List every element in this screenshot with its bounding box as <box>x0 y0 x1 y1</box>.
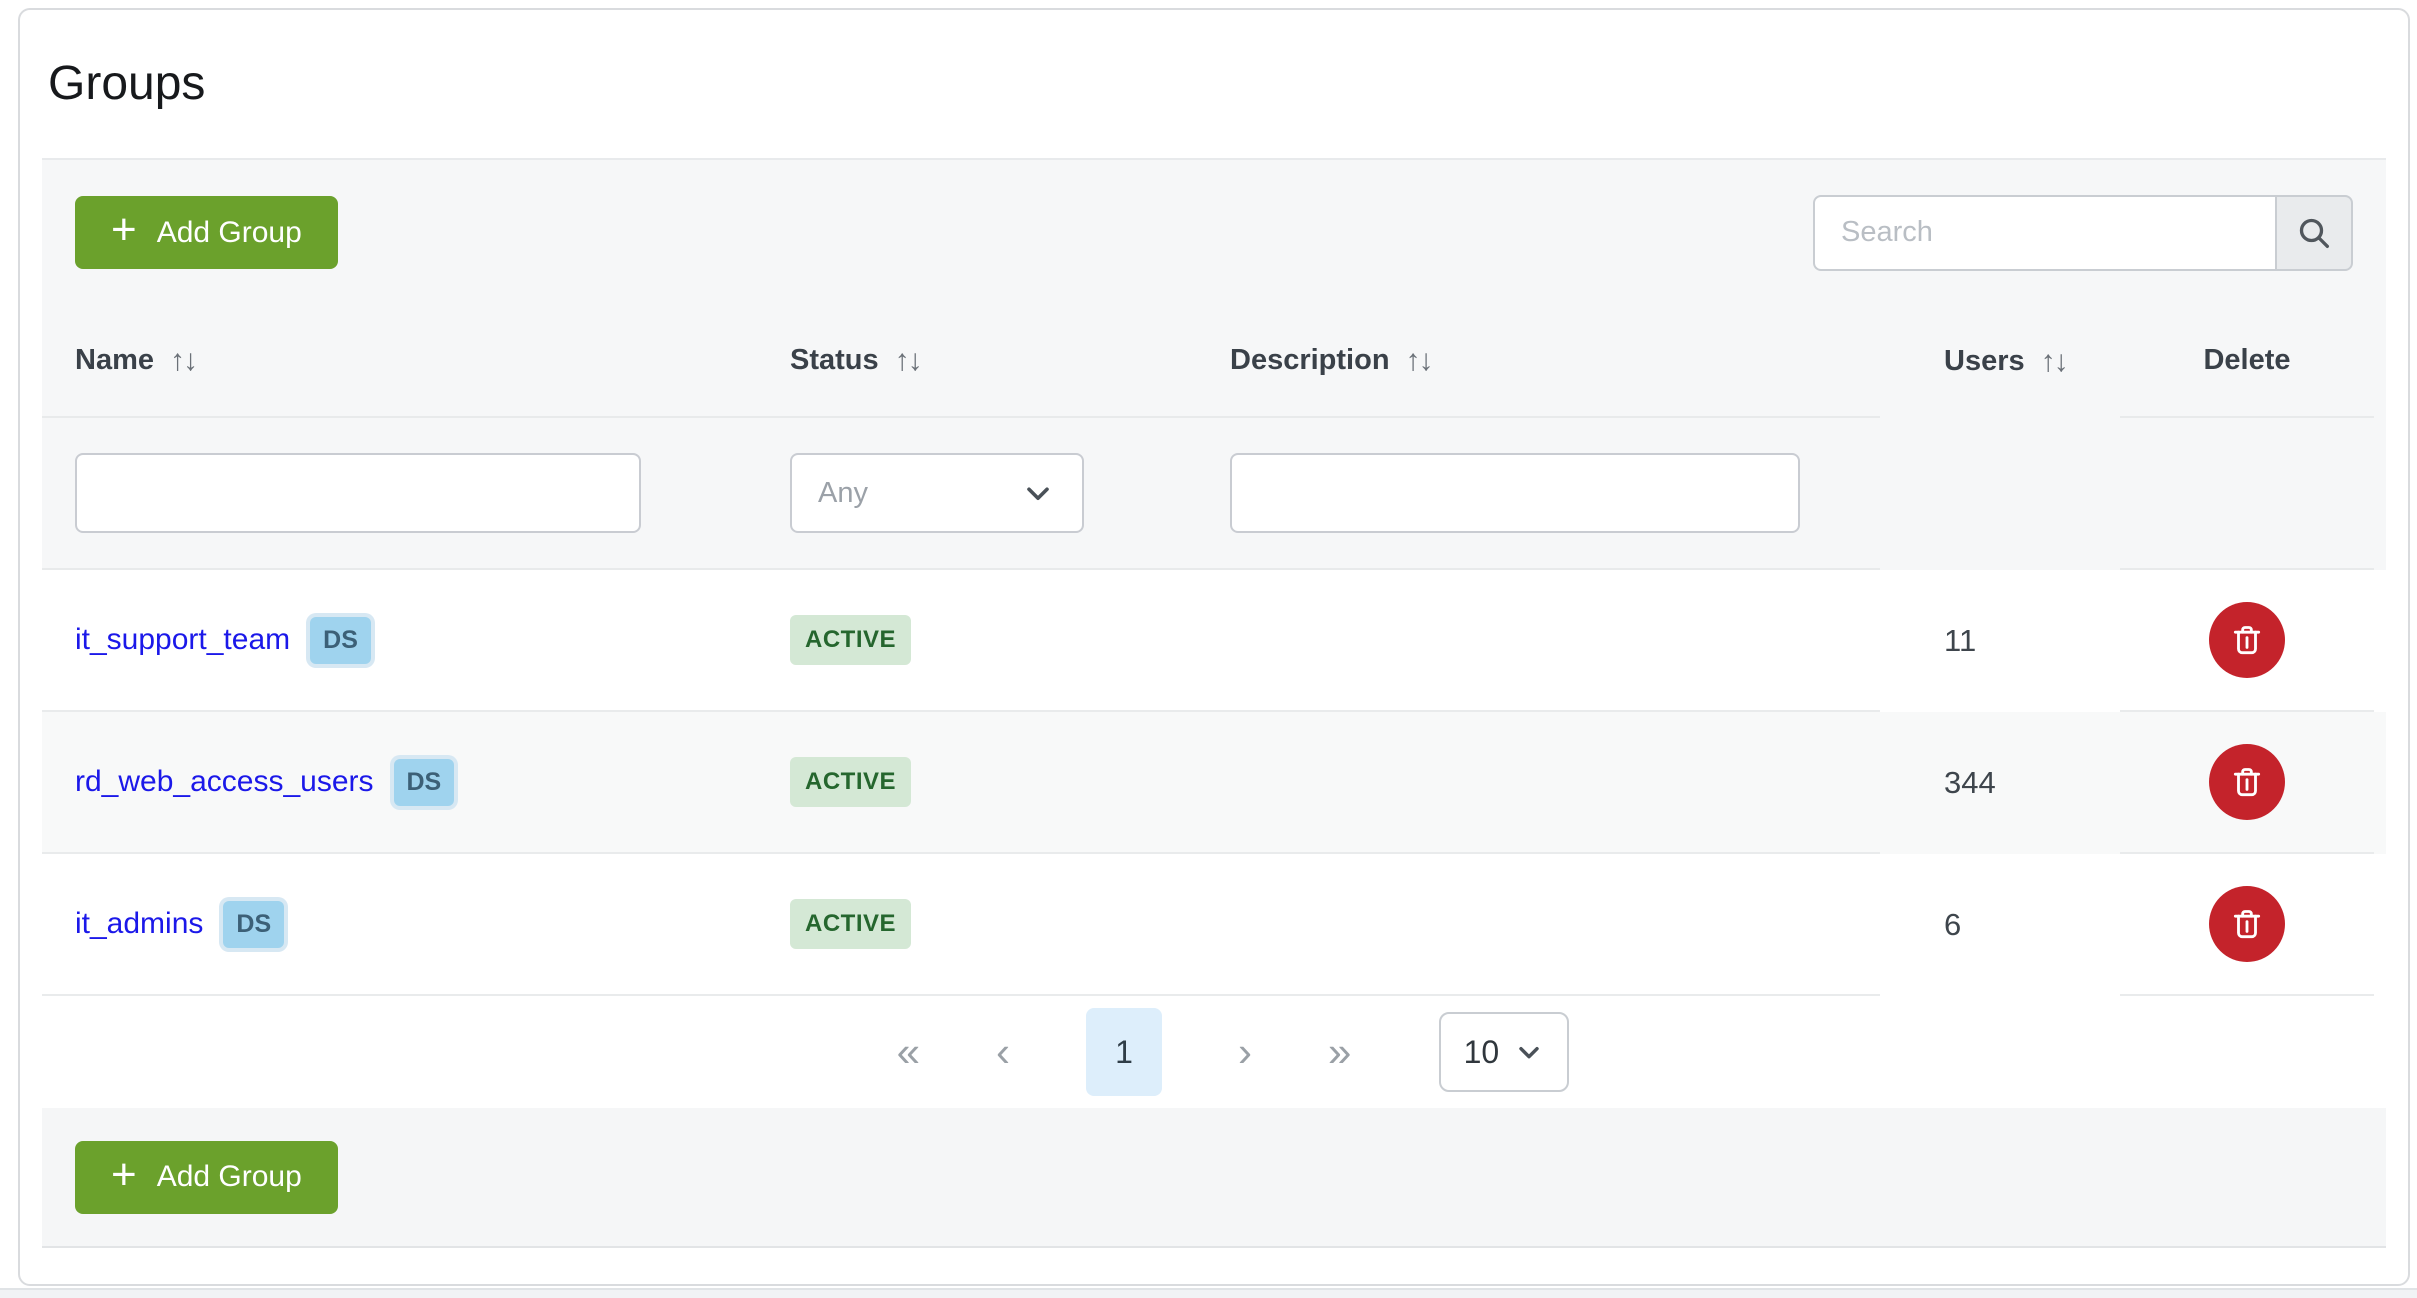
table-header-row: Name ↑↓ Status ↑↓ Description ↑↓ Users ↑… <box>42 305 2386 418</box>
page-size-value: 10 <box>1464 1034 1500 1071</box>
users-cell: 11 <box>1880 570 2120 712</box>
users-count: 6 <box>1944 907 1961 943</box>
sort-icon: ↑↓ <box>2041 345 2067 379</box>
trash-icon <box>2227 620 2267 660</box>
delete-cell <box>2120 854 2374 996</box>
status-badge: ACTIVE <box>790 615 911 665</box>
status-filter-value: Any <box>818 477 868 510</box>
group-name-link[interactable]: rd_web_access_users <box>75 765 374 799</box>
column-label: Delete <box>2203 344 2290 377</box>
name-cell: it_support_team DS <box>42 570 760 712</box>
column-label: Status <box>790 344 879 377</box>
users-count: 11 <box>1944 623 1976 659</box>
pagination: « ‹ 1 › » 10 <box>42 996 2386 1108</box>
chevron-down-icon <box>1513 1036 1545 1068</box>
column-header-users[interactable]: Users ↑↓ <box>1880 305 2120 418</box>
delete-button[interactable] <box>2209 602 2285 678</box>
name-cell: it_admins DS <box>42 854 760 996</box>
users-cell: 6 <box>1880 854 2120 996</box>
page-size-select[interactable]: 10 <box>1439 1012 1569 1092</box>
table-footer: + Add Group <box>42 1108 2386 1248</box>
ds-badge: DS <box>310 617 371 664</box>
name-cell: rd_web_access_users DS <box>42 712 760 854</box>
add-group-button[interactable]: + Add Group <box>75 196 338 269</box>
trash-icon <box>2227 904 2267 944</box>
groups-card: Groups + Add Group Name ↑↓ <box>18 8 2410 1286</box>
table-row: rd_web_access_users DS ACTIVE 344 <box>42 712 2386 854</box>
status-cell: ACTIVE <box>760 712 1200 854</box>
column-header-name[interactable]: Name ↑↓ <box>42 305 760 418</box>
groups-table: + Add Group Name ↑↓ Status <box>42 158 2386 1248</box>
sort-icon: ↑↓ <box>1406 344 1432 378</box>
plus-icon: + <box>111 208 137 252</box>
table-row: it_admins DS ACTIVE 6 <box>42 854 2386 996</box>
chevron-down-icon <box>1020 475 1056 511</box>
filter-cell-description <box>1200 418 1880 570</box>
sort-icon: ↑↓ <box>170 344 196 378</box>
filter-cell-status: Any <box>760 418 1200 570</box>
description-cell <box>1200 854 1880 996</box>
table-filter-row: Any <box>42 418 2386 570</box>
search-button[interactable] <box>2275 195 2353 271</box>
page-title: Groups <box>48 56 2386 111</box>
delete-cell <box>2120 712 2374 854</box>
group-name-link[interactable]: it_admins <box>75 907 203 941</box>
add-group-label: Add Group <box>157 1160 302 1194</box>
filter-cell-name <box>42 418 760 570</box>
column-label: Users <box>1944 345 2025 378</box>
magnifier-icon <box>2294 213 2334 253</box>
add-group-label: Add Group <box>157 216 302 250</box>
status-cell: ACTIVE <box>760 570 1200 712</box>
search-group <box>1813 195 2353 271</box>
delete-cell <box>2120 570 2374 712</box>
status-cell: ACTIVE <box>760 854 1200 996</box>
pagination-prev-button[interactable]: ‹ <box>996 1031 1010 1073</box>
description-cell <box>1200 712 1880 854</box>
filter-cell-users <box>1880 418 2120 570</box>
description-cell <box>1200 570 1880 712</box>
pagination-last-button[interactable]: » <box>1328 1031 1351 1073</box>
column-header-delete: Delete <box>2120 305 2374 418</box>
description-filter-input[interactable] <box>1230 453 1800 533</box>
delete-button[interactable] <box>2209 744 2285 820</box>
pagination-current-page[interactable]: 1 <box>1086 1008 1162 1096</box>
search-input[interactable] <box>1813 195 2275 271</box>
users-cell: 344 <box>1880 712 2120 854</box>
add-group-button-footer[interactable]: + Add Group <box>75 1141 338 1214</box>
column-label: Description <box>1230 344 1390 377</box>
group-name-link[interactable]: it_support_team <box>75 623 290 657</box>
page-bottom-strip <box>0 1288 2417 1298</box>
ds-badge: DS <box>394 759 455 806</box>
users-count: 344 <box>1944 765 1996 801</box>
plus-icon: + <box>111 1153 137 1197</box>
column-header-description[interactable]: Description ↑↓ <box>1200 305 1880 418</box>
table-row: it_support_team DS ACTIVE 11 <box>42 570 2386 712</box>
pagination-next-button[interactable]: › <box>1238 1031 1252 1073</box>
name-filter-input[interactable] <box>75 453 641 533</box>
column-header-status[interactable]: Status ↑↓ <box>760 305 1200 418</box>
filter-cell-delete <box>2120 418 2374 570</box>
status-filter-select[interactable]: Any <box>790 453 1084 533</box>
table-toolbar: + Add Group <box>42 160 2386 305</box>
pagination-first-button[interactable]: « <box>897 1031 920 1073</box>
delete-button[interactable] <box>2209 886 2285 962</box>
status-badge: ACTIVE <box>790 899 911 949</box>
status-badge: ACTIVE <box>790 757 911 807</box>
column-label: Name <box>75 344 154 377</box>
trash-icon <box>2227 762 2267 802</box>
ds-badge: DS <box>223 901 284 948</box>
sort-icon: ↑↓ <box>895 344 921 378</box>
